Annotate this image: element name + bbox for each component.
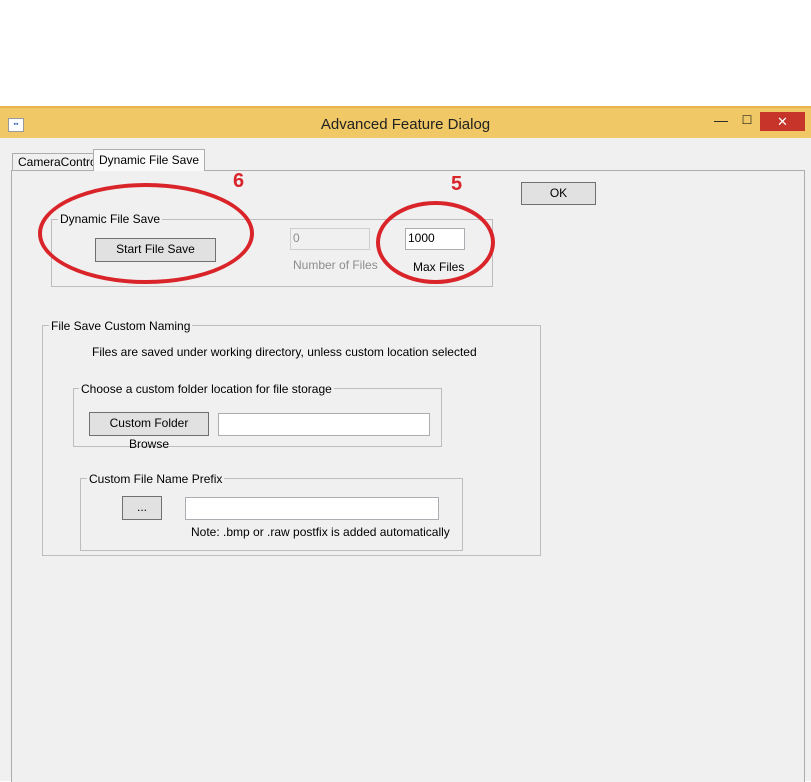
annotation-ellipse-5 (376, 201, 495, 284)
title-bar[interactable]: ▪▪ Advanced Feature Dialog — ☐ ✕ (0, 108, 811, 138)
window-title: Advanced Feature Dialog (320, 116, 491, 133)
ok-button[interactable]: OK (521, 182, 596, 205)
minimize-button[interactable]: — (709, 110, 733, 130)
custom-prefix-input[interactable] (185, 497, 439, 520)
custom-folder-group-label: Choose a custom folder location for file… (79, 382, 334, 396)
annotation-label-5: 5 (451, 173, 463, 195)
number-of-files-field: 0 (290, 228, 370, 250)
tab-camera-control[interactable]: CameraControl (12, 153, 106, 171)
custom-folder-browse-button[interactable]: Custom Folder Browse (89, 412, 209, 451)
maximize-button[interactable]: ☐ (735, 110, 759, 130)
custom-naming-info-text: Files are saved under working directory,… (92, 345, 477, 359)
postfix-note: Note: .bmp or .raw postfix is added auto… (191, 525, 450, 539)
custom-folder-path-input[interactable] (218, 413, 430, 436)
custom-prefix-group-label: Custom File Name Prefix (87, 472, 225, 486)
custom-naming-group-label: File Save Custom Naming (49, 319, 193, 333)
close-button[interactable]: ✕ (760, 112, 805, 131)
annotation-label-6: 6 (233, 170, 245, 192)
annotation-ellipse-6 (38, 183, 254, 284)
prefix-browse-button[interactable]: ... (122, 496, 162, 520)
number-of-files-label: Number of Files (293, 258, 378, 272)
tab-dynamic-file-save[interactable]: Dynamic File Save (93, 149, 206, 171)
